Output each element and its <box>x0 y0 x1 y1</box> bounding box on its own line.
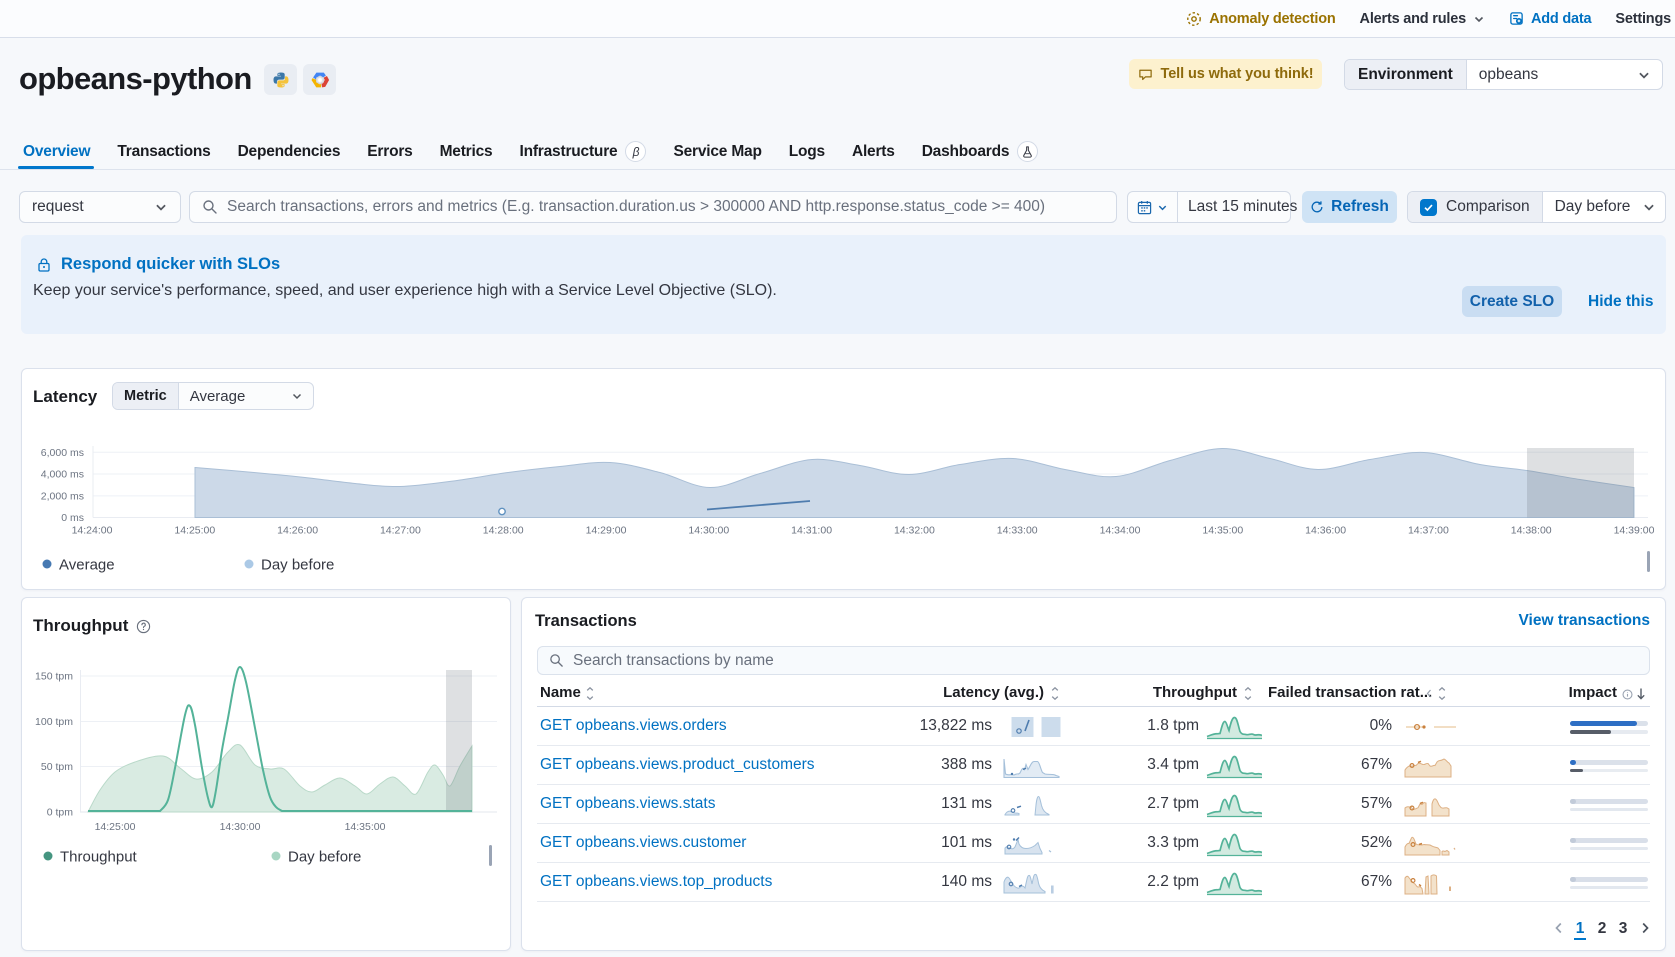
svg-text:14:30:00: 14:30:00 <box>220 821 261 833</box>
svg-text:14:35:00: 14:35:00 <box>1202 525 1243 537</box>
svg-text:2,000 ms: 2,000 ms <box>41 491 84 503</box>
svg-text:14:24:00: 14:24:00 <box>72 525 113 537</box>
svg-text:14:35:00: 14:35:00 <box>345 821 386 833</box>
svg-text:Day before: Day before <box>288 849 361 866</box>
svg-text:Day before: Day before <box>261 557 334 574</box>
svg-text:0 tpm: 0 tpm <box>47 807 74 819</box>
svg-text:14:37:00: 14:37:00 <box>1408 525 1449 537</box>
svg-text:Average: Average <box>59 557 115 574</box>
svg-text:14:28:00: 14:28:00 <box>483 525 524 537</box>
svg-text:50 tpm: 50 tpm <box>41 761 73 773</box>
svg-text:6,000 ms: 6,000 ms <box>41 447 84 459</box>
svg-text:14:26:00: 14:26:00 <box>277 525 318 537</box>
svg-text:14:27:00: 14:27:00 <box>380 525 421 537</box>
svg-text:14:33:00: 14:33:00 <box>997 525 1038 537</box>
svg-text:4,000 ms: 4,000 ms <box>41 469 84 481</box>
svg-text:150 tpm: 150 tpm <box>35 671 73 683</box>
svg-text:100 tpm: 100 tpm <box>35 716 73 728</box>
svg-text:0 ms: 0 ms <box>61 512 84 524</box>
svg-text:14:25:00: 14:25:00 <box>174 525 215 537</box>
svg-text:Throughput: Throughput <box>60 849 138 866</box>
svg-text:14:34:00: 14:34:00 <box>1100 525 1141 537</box>
svg-text:14:36:00: 14:36:00 <box>1305 525 1346 537</box>
svg-text:14:38:00: 14:38:00 <box>1511 525 1552 537</box>
svg-text:14:30:00: 14:30:00 <box>688 525 729 537</box>
svg-text:14:29:00: 14:29:00 <box>586 525 627 537</box>
svg-text:14:32:00: 14:32:00 <box>894 525 935 537</box>
svg-text:14:39:00: 14:39:00 <box>1614 525 1655 537</box>
svg-text:14:25:00: 14:25:00 <box>95 821 136 833</box>
svg-text:14:31:00: 14:31:00 <box>791 525 832 537</box>
